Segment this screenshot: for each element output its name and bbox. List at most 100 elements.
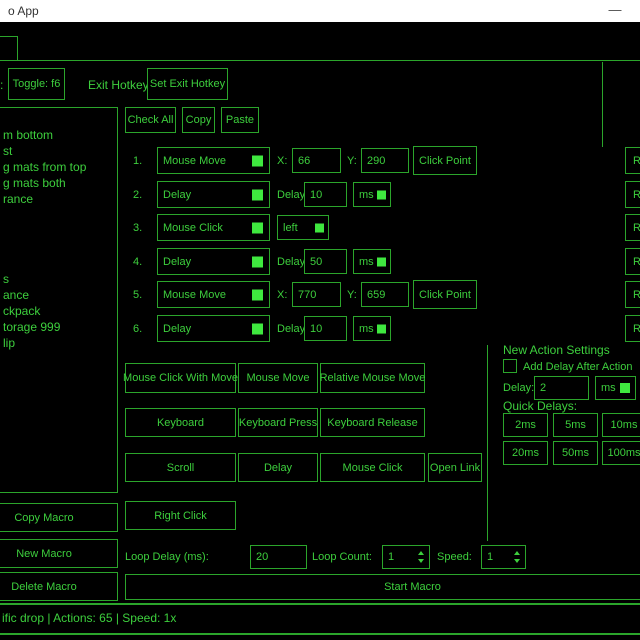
action-type-dropdown[interactable]: Delay [157,181,270,208]
stepper-up-icon[interactable] [418,551,424,555]
action-type-dropdown[interactable]: Delay [157,248,270,275]
list-item[interactable] [0,207,117,223]
remove-action-button[interactable]: R [625,315,640,342]
action-type-dropdown[interactable]: Mouse Move [157,147,270,174]
titlebar: o App — [0,0,640,22]
delay-label: Delay [277,189,305,201]
add-mouse-click-with-move-button[interactable]: Mouse Click With Move [125,363,236,393]
copy-macro-button[interactable]: Copy Macro [0,503,118,532]
start-macro-button[interactable]: Start Macro [125,574,640,600]
set-exit-hotkey-button[interactable]: Set Exit Hotkey [147,68,228,100]
list-item[interactable]: torage 999 [0,319,117,335]
loop-count-stepper[interactable]: 1 [382,545,430,569]
list-item[interactable]: ckpack [0,303,117,319]
delay-unit-dropdown[interactable]: ms [353,182,391,207]
click-point-button[interactable]: Click Point [413,146,477,175]
toggle-hotkey-button[interactable]: Toggle: f6 [8,68,65,100]
list-item[interactable] [0,111,117,127]
tab-settings[interactable]: gs [0,36,18,61]
add-scroll-button[interactable]: Scroll [125,453,236,482]
check-all-button[interactable]: Check All [125,107,176,133]
y-input[interactable]: 659 [361,282,409,307]
stepper-up-icon[interactable] [514,551,520,555]
delete-macro-button[interactable]: Delete Macro [0,572,118,601]
speed-stepper[interactable]: 1 [481,545,526,569]
delay-input[interactable]: 50 [304,249,347,274]
new-action-settings-title: New Action Settings [503,343,610,357]
list-item[interactable] [0,239,117,255]
action-row-number: 6. [133,323,142,335]
list-item[interactable] [0,255,117,271]
hotkey-label-fragment: : [0,78,3,92]
mouse-button-dropdown[interactable]: left [277,215,329,240]
quick-delay-50ms-button[interactable]: 50ms [553,441,598,465]
action-type-value: Delay [163,249,191,274]
list-item[interactable]: ance [0,287,117,303]
quick-delay-2ms-button[interactable]: 2ms [503,413,548,437]
mouse-button-value: left [283,216,298,239]
delay-input[interactable]: 10 [304,316,347,341]
quick-delay-10ms-button[interactable]: 10ms [602,413,640,437]
add-delay-button[interactable]: Delay [238,453,318,482]
add-delay-after-action-checkbox[interactable] [503,359,517,373]
dropdown-indicator-icon [252,323,263,334]
new-macro-button[interactable]: New Macro [0,539,118,568]
stepper-down-icon[interactable] [418,559,424,563]
quick-delay-100ms-button[interactable]: 100ms [602,441,640,465]
delay-input[interactable]: 10 [304,182,347,207]
list-item[interactable]: rance [0,191,117,207]
list-item[interactable]: lip [0,335,117,351]
click-point-button[interactable]: Click Point [413,280,477,309]
list-item[interactable]: st [0,143,117,159]
delay-unit-value: ms [359,250,374,273]
y-label: Y: [347,289,357,301]
paste-button[interactable]: Paste [221,107,259,133]
remove-action-button[interactable]: R [625,181,640,208]
settings-delay-unit-dropdown[interactable]: ms [595,376,636,400]
action-type-value: Mouse Click [163,215,223,240]
list-item[interactable]: g mats both [0,175,117,191]
quick-delay-20ms-button[interactable]: 20ms [503,441,548,465]
remove-action-button[interactable]: R [625,281,640,308]
list-item[interactable]: s [0,271,117,287]
add-mouse-click-button[interactable]: Mouse Click [320,453,425,482]
quick-delay-5ms-button[interactable]: 5ms [553,413,598,437]
action-type-value: Delay [163,316,191,341]
status-bar: ific drop | Actions: 65 | Speed: 1x [0,603,640,635]
speed-value: 1 [487,546,493,568]
macro-listbox[interactable]: m bottom st g mats from top g mats both … [0,107,118,493]
copy-button[interactable]: Copy [182,107,215,133]
add-keyboard-button[interactable]: Keyboard [125,408,236,437]
action-type-dropdown[interactable]: Mouse Click [157,214,270,241]
list-item[interactable] [0,223,117,239]
remove-action-button[interactable]: R [625,214,640,241]
dropdown-indicator-icon [252,289,263,300]
add-delay-after-action-label: Add Delay After Action [523,361,632,373]
x-input[interactable]: 66 [292,148,341,173]
dropdown-indicator-icon [252,189,263,200]
y-input[interactable]: 290 [361,148,409,173]
x-input[interactable]: 770 [292,282,341,307]
delay-unit-dropdown[interactable]: ms [353,249,391,274]
list-item[interactable]: g mats from top [0,159,117,175]
add-mouse-move-button[interactable]: Mouse Move [238,363,318,393]
remove-action-button[interactable]: R [625,248,640,275]
stepper-down-icon[interactable] [514,559,520,563]
add-keyboard-release-button[interactable]: Keyboard Release [320,408,425,437]
add-keyboard-press-button[interactable]: Keyboard Press [238,408,318,437]
loop-delay-input[interactable]: 20 [250,545,307,569]
add-open-link-button[interactable]: Open Link [428,453,482,482]
delay-unit-value: ms [359,317,374,340]
action-type-dropdown[interactable]: Mouse Move [157,281,270,308]
action-type-dropdown[interactable]: Delay [157,315,270,342]
window-title: o App [8,0,39,22]
dropdown-indicator-icon [252,155,263,166]
add-relative-mouse-move-button[interactable]: Relative Mouse Move [320,363,425,393]
delay-unit-dropdown[interactable]: ms [353,316,391,341]
add-right-click-button[interactable]: Right Click [125,501,236,530]
loop-count-label: Loop Count: [312,551,372,563]
list-item[interactable]: m bottom [0,127,117,143]
settings-delay-input[interactable]: 2 [534,376,589,400]
minimize-button[interactable]: — [598,0,632,22]
remove-action-button[interactable]: R [625,147,640,174]
